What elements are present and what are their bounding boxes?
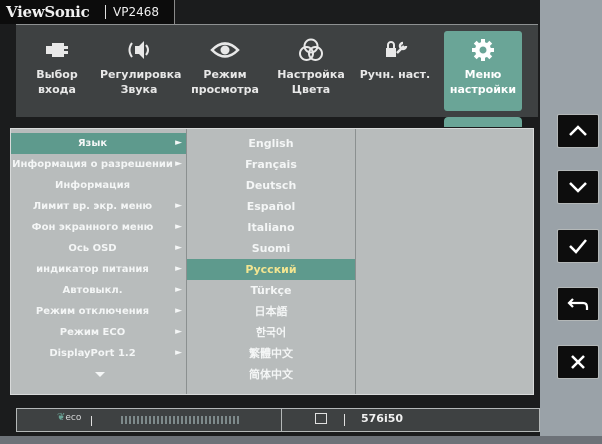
settings-item-osd-background[interactable]: Фон экранного меню ► [11,217,186,238]
arrow-right-icon: ► [175,306,182,316]
settings-item-resolution-notice[interactable]: Информация о разрешении ► [11,154,186,175]
close-button[interactable] [557,345,599,379]
settings-item-power-indicator[interactable]: индикатор питания ► [11,259,186,280]
item-label: Фон экранного меню [31,222,154,233]
language-list: English Français Deutsch Español Italian… [187,133,355,385]
arrow-right-icon: ► [175,264,182,274]
language-option[interactable]: 日本語 [187,301,355,322]
menu-label: Выбор [36,68,78,81]
footer-divider [281,409,282,431]
background-bottom [0,436,602,444]
settings-item-osd-timeout[interactable]: Лимит вр. экр. меню ► [11,196,186,217]
model-name: VP2468 [113,5,159,19]
osd-window: ViewSonic VP2468 Выбор входа Регулировка… [0,0,540,436]
language-option[interactable]: Italiano [187,217,355,238]
brand-header: ViewSonic VP2468 [0,0,175,24]
menu-label: настройки [449,83,517,96]
arrow-right-icon: ► [175,348,182,358]
menu-label: входа [38,83,76,96]
arrow-right-icon: ► [175,201,182,211]
item-label: Информация о разрешении [12,159,173,170]
menu-audio-adjust[interactable]: Регулировка Звука [100,31,182,111]
resolution-readout: 576i50 [361,412,404,425]
scroll-down-icon[interactable] [95,372,105,377]
language-option-selected[interactable]: Русский [187,259,355,280]
menu-label: Режим [203,68,247,81]
arrow-right-icon: ► [175,327,182,337]
status-bar: ❦eco 576i50 [16,408,540,432]
language-option[interactable]: 繁體中文 [187,343,355,364]
chevron-up-icon [569,125,587,136]
language-option[interactable]: Suomi [187,238,355,259]
return-icon [567,298,589,310]
language-option[interactable]: Español [187,196,355,217]
settings-item-language[interactable]: Язык ► [11,133,186,154]
item-label: Информация [55,180,130,191]
arrow-right-icon: ► [175,159,182,169]
menu-setup[interactable]: Меню настройки [444,31,522,111]
menu-label: просмотра [191,83,259,96]
arrow-right-icon: ► [175,222,182,232]
chevron-down-icon [569,182,587,193]
settings-item-auto-power-off[interactable]: Автовыкл. ► [11,280,186,301]
eco-level-marker [91,416,92,426]
menu-label: Регулировка [100,68,182,81]
active-tab-connector [444,117,522,127]
eco-label: eco [65,413,82,423]
settings-item-sleep[interactable]: Режим отключения ► [11,301,186,322]
settings-item-eco-mode[interactable]: Режим ECO ► [11,322,186,343]
settings-item-displayport[interactable]: DisplayPort 1.2 ► [11,343,186,364]
item-label: Режим ECO [59,327,126,338]
settings-item-information[interactable]: Информация [11,175,186,196]
gear-icon [472,39,494,61]
language-option[interactable]: 한국어 [187,322,355,343]
arrow-right-icon: ► [175,285,182,295]
menu-label: Меню [464,68,502,81]
menu-manual-adjust[interactable]: Ручн. наст. [356,31,434,111]
arrow-right-icon: ► [175,138,182,148]
return-button[interactable] [557,287,599,321]
menu-view-mode[interactable]: Режим просмотра [186,31,264,111]
language-option[interactable]: English [187,133,355,154]
brand-separator [105,5,106,19]
item-label: Лимит вр. экр. меню [32,201,153,212]
main-menu-bar: Выбор входа Регулировка Звука Режим прос… [16,24,538,117]
eye-icon [210,42,240,58]
wrench-icon [386,41,408,57]
language-option[interactable]: Türkçe [187,280,355,301]
language-option[interactable]: Deutsch [187,175,355,196]
item-label: Режим отключения [35,306,150,317]
footer-separator [344,414,345,426]
menu-label: Цвета [291,83,331,96]
item-label: Язык [77,138,108,149]
confirm-button[interactable] [557,229,599,263]
down-button[interactable] [557,170,599,204]
column-divider [355,129,356,394]
item-label: DisplayPort 1.2 [49,348,136,359]
eco-level-bar [121,416,241,424]
speaker-icon [128,41,149,59]
menu-input-select[interactable]: Выбор входа [18,31,96,111]
item-label: индикатор питания [36,264,149,275]
arrow-right-icon: ► [175,243,182,253]
language-option[interactable]: 简体中文 [187,364,355,385]
eco-indicator: ❦eco [57,412,81,423]
up-button[interactable] [557,114,599,148]
item-label: Ось OSD [68,243,117,254]
input-source-icon [315,413,327,424]
check-icon [569,239,587,254]
brand-name: ViewSonic [6,3,90,21]
menu-label: Звука [120,83,158,96]
setup-panel: Язык ► Информация о разрешении ► Информаци… [10,128,534,395]
input-icon [46,43,68,57]
settings-list: Язык ► Информация о разрешении ► Информаци… [11,133,186,364]
menu-color-adjust[interactable]: Настройка Цвета [272,31,350,111]
item-label: Автовыкл. [62,285,123,296]
color-circles-icon [299,38,323,61]
settings-item-osd-pivot[interactable]: Ось OSD ► [11,238,186,259]
language-option[interactable]: Français [187,154,355,175]
close-icon [571,355,585,369]
menu-label: Ручн. наст. [359,68,431,81]
menu-label: Настройка [277,68,345,81]
